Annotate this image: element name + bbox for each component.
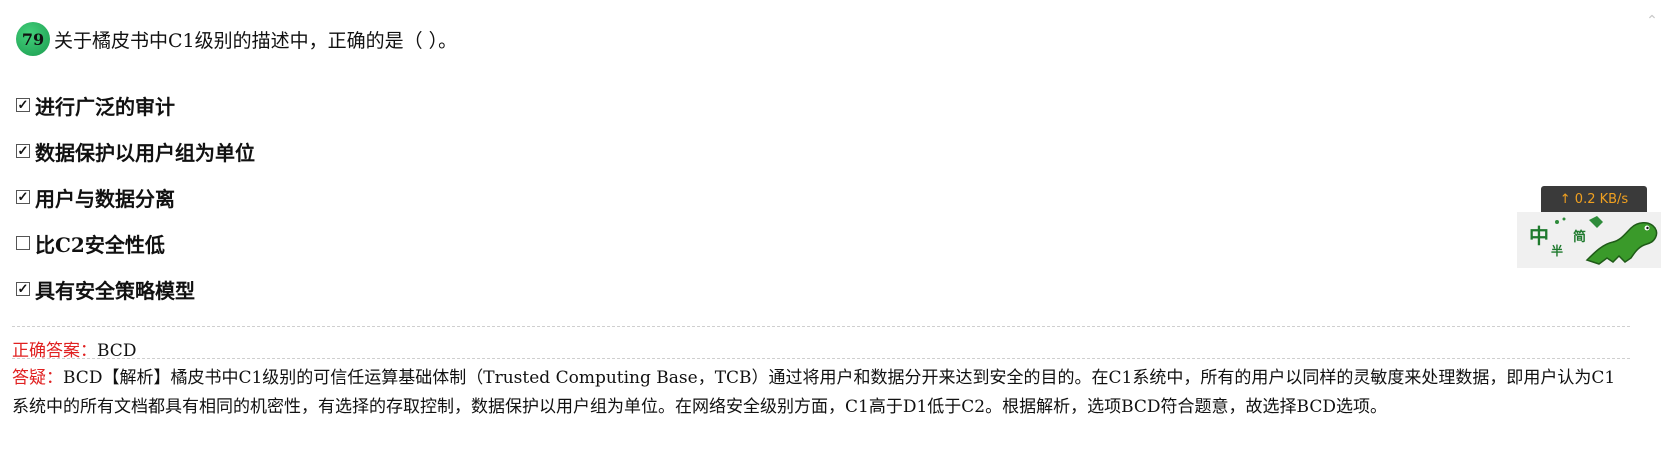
option-a-label: 进行广泛的审计 bbox=[35, 94, 175, 119]
option-c-label: 用户与数据分离 bbox=[35, 186, 175, 211]
divider-top bbox=[12, 326, 1630, 327]
option-b[interactable]: ✓ 数据保护以用户组为单位 bbox=[16, 128, 255, 174]
question-header: 79 关于橘皮书中C1级别的描述中，正确的是（ ）。 bbox=[16, 22, 457, 56]
option-a[interactable]: ✓ 进行广泛的审计 bbox=[16, 82, 255, 128]
option-b-label: 数据保护以用户组为单位 bbox=[35, 140, 255, 165]
checkbox-d[interactable] bbox=[16, 236, 30, 250]
explanation-label: 答疑： bbox=[12, 368, 63, 388]
option-c[interactable]: ✓ 用户与数据分离 bbox=[16, 174, 255, 220]
mascot-widget[interactable]: 中 半 简 bbox=[1517, 212, 1661, 268]
question-number-badge: 79 bbox=[16, 22, 50, 56]
question-number: 79 bbox=[21, 29, 45, 49]
network-speed-badge: ↑ 0.2 KB/s bbox=[1541, 186, 1647, 212]
option-e-label: 具有安全策略模型 bbox=[35, 278, 195, 303]
checkbox-a[interactable]: ✓ bbox=[16, 98, 30, 112]
question-page: 79 关于橘皮书中C1级别的描述中，正确的是（ ）。 ✓ 进行广泛的审计 ✓ 数… bbox=[0, 0, 1661, 472]
checkbox-e[interactable]: ✓ bbox=[16, 282, 30, 296]
chevron-up-icon[interactable]: ⌃ bbox=[1645, 14, 1659, 28]
dinosaur-icon bbox=[1555, 216, 1658, 265]
options-list: ✓ 进行广泛的审计 ✓ 数据保护以用户组为单位 ✓ 用户与数据分离 比C2安全性… bbox=[16, 82, 255, 312]
option-d[interactable]: 比C2安全性低 bbox=[16, 220, 255, 266]
question-text: 关于橘皮书中C1级别的描述中，正确的是（ ）。 bbox=[54, 29, 458, 52]
option-e[interactable]: ✓ 具有安全策略模型 bbox=[16, 266, 255, 312]
checkbox-b[interactable]: ✓ bbox=[16, 144, 30, 158]
explanation: 答疑：BCD【解析】橘皮书中C1级别的可信任运算基础体制（Trusted Com… bbox=[12, 364, 1630, 422]
explanation-text: BCD【解析】橘皮书中C1级别的可信任运算基础体制（Trusted Comput… bbox=[12, 368, 1616, 417]
network-speed-text: ↑ 0.2 KB/s bbox=[1559, 191, 1629, 207]
option-d-label: 比C2安全性低 bbox=[35, 232, 165, 257]
divider-bottom bbox=[12, 358, 1630, 359]
checkbox-c[interactable]: ✓ bbox=[16, 190, 30, 204]
